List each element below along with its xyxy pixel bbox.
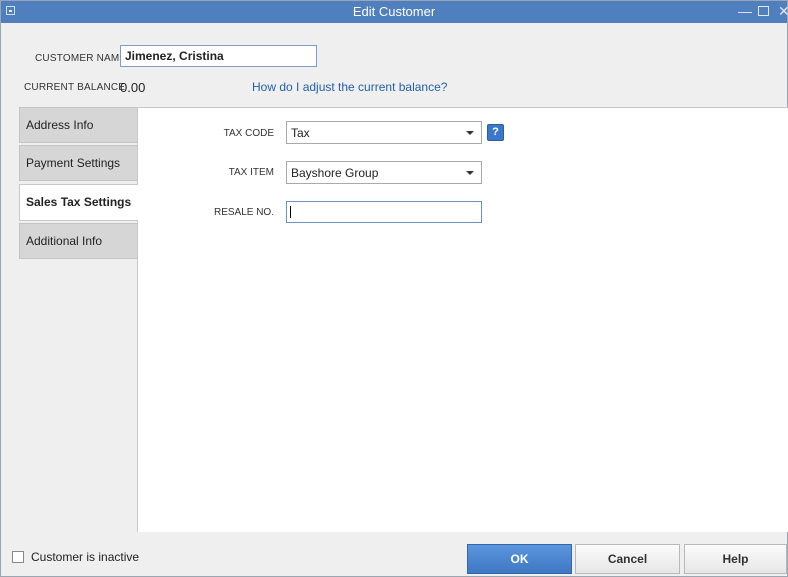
ok-button[interactable]: OK bbox=[467, 544, 572, 574]
tax-item-value: Bayshore Group bbox=[291, 166, 379, 180]
current-balance-label: CURRENT BALANCE bbox=[24, 82, 126, 93]
tax-code-dropdown[interactable]: Tax bbox=[286, 121, 482, 144]
current-balance-value: 0.00 bbox=[120, 80, 146, 95]
chevron-down-icon bbox=[466, 131, 474, 135]
customer-name-field[interactable]: Jimenez, Cristina bbox=[120, 45, 317, 67]
edit-customer-window: Edit Customer — ✕ CUSTOMER NAME Jimenez,… bbox=[0, 0, 788, 577]
window-title: Edit Customer bbox=[352, 4, 436, 19]
tax-code-label: TAX CODE bbox=[223, 128, 274, 139]
tab-payment-settings[interactable]: Payment Settings bbox=[19, 145, 138, 181]
maximize-icon[interactable] bbox=[758, 3, 769, 19]
tab-address-info[interactable]: Address Info bbox=[19, 107, 138, 143]
text-caret bbox=[290, 206, 291, 218]
close-icon[interactable]: ✕ bbox=[778, 3, 788, 19]
resale-number-input[interactable] bbox=[286, 201, 482, 223]
tax-item-dropdown[interactable]: Bayshore Group bbox=[286, 161, 482, 184]
minimize-icon[interactable]: — bbox=[738, 3, 752, 19]
chevron-down-icon bbox=[466, 171, 474, 175]
customer-inactive-label: Customer is inactive bbox=[31, 550, 140, 564]
resale-number-label: RESALE NO. bbox=[213, 207, 274, 218]
title-bar[interactable]: Edit Customer — ✕ bbox=[1, 1, 788, 23]
help-icon[interactable]: ? bbox=[487, 124, 504, 141]
tab-additional-info[interactable]: Additional Info bbox=[19, 223, 138, 259]
customer-name-label: CUSTOMER NAME bbox=[35, 53, 127, 64]
help-button[interactable]: Help bbox=[684, 544, 787, 574]
customer-inactive-checkbox[interactable] bbox=[12, 551, 24, 563]
tab-sales-tax-settings[interactable]: Sales Tax Settings bbox=[19, 184, 138, 221]
cancel-button[interactable]: Cancel bbox=[575, 544, 680, 574]
adjust-balance-link[interactable]: How do I adjust the current balance? bbox=[252, 80, 447, 94]
tax-code-value: Tax bbox=[291, 126, 310, 140]
tax-item-label: TAX ITEM bbox=[228, 167, 274, 178]
